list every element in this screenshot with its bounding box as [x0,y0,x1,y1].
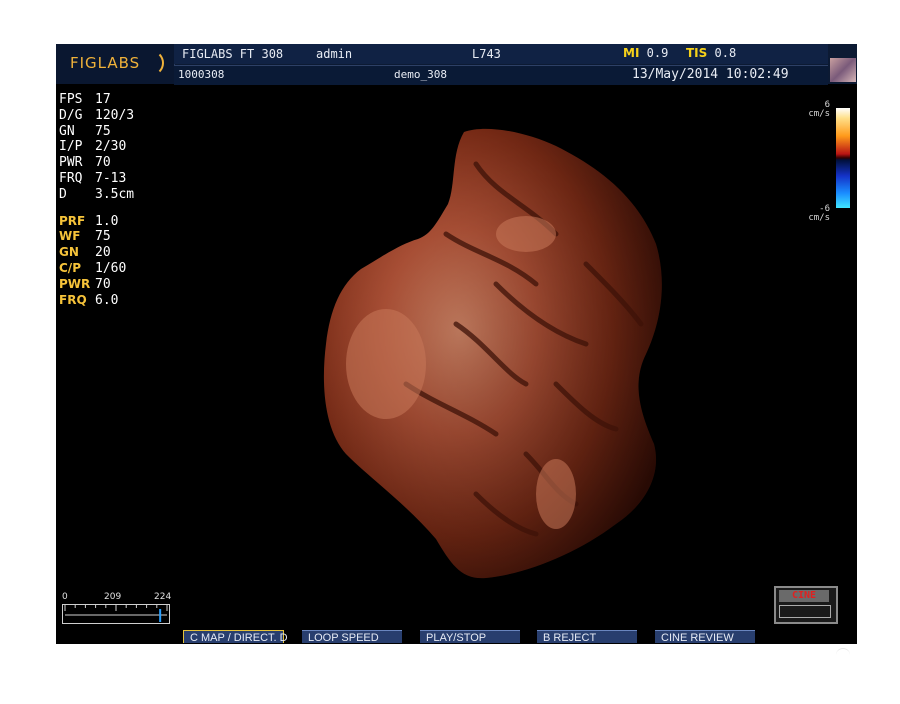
mi-label: MI [623,46,640,60]
param-row: GN 75 [59,123,111,139]
cine-scale-min: 0 [62,592,68,602]
param-row: FRQ 7-13 [59,170,127,186]
probe-name: L743 [472,47,501,61]
cine-scale-marker[interactable] [159,609,162,622]
cine-scale-current: 209 [104,592,122,602]
tis-indicator: TIS 0.8 [686,46,736,60]
header-row-top: FIGLABS FT 308 admin L743 MI 0.9 TIS 0.8 [174,44,828,64]
cine-scale-track[interactable] [62,604,170,624]
mi-indicator: MI 0.9 [623,46,668,60]
velocity-colorbar [836,108,850,208]
param-row: FPS 17 [59,92,111,107]
preview-thumbnail[interactable] [830,58,856,82]
param-row-color: C/P 1/60 [59,260,127,276]
header-bar: FIGLABS FIGLABS FT 308 admin L743 MI 0.9… [56,44,857,85]
param-spacer [59,203,134,214]
cine-scale[interactable]: 0 209 224 [62,590,172,624]
param-row: PWR 70 [59,155,111,171]
cine-indicator: CINE [774,586,838,624]
logo-arc-icon [148,50,164,76]
header-row-bottom: 1000308 demo_308 13/May/2014 10:02:49 [174,65,828,85]
softkey-play-stop[interactable]: PLAY/STOP [420,630,520,644]
colorbar-bottom-unit: cm/s [808,213,830,223]
system-name: FIGLABS FT 308 [182,47,284,61]
brand-logo: FIGLABS [70,54,141,72]
colorbar-top-unit: cm/s [808,109,830,119]
tis-label: TIS [686,46,708,60]
corner-mark [836,648,850,655]
param-row: D 3.5cm [59,186,135,202]
softkey-loop-speed[interactable]: LOOP SPEED [302,630,402,644]
param-row-color: PWR 70 [59,276,111,292]
cine-scale-max: 224 [154,592,172,602]
softkey-cine-review[interactable]: CINE REVIEW [655,630,755,644]
tis-value: 0.8 [714,46,737,60]
cine-scale-ticks [64,605,168,622]
softkey-b-reject[interactable]: B REJECT [537,630,637,644]
param-row: I/P 2/30 [59,139,127,155]
mi-value: 0.9 [646,46,669,60]
exam-datetime: 13/May/2014 10:02:49 [632,67,789,82]
param-row: D/G 120/3 [59,107,135,123]
patient-id: 1000308 [178,68,225,81]
user-name: admin [316,47,353,61]
param-row-color: WF 75 [59,229,111,245]
softkey-bar: C MAP / DIRECT. D LOOP SPEED PLAY/STOP B… [56,630,857,644]
softkey-cmap-direct[interactable]: C MAP / DIRECT. D [183,630,288,644]
cine-label: CINE [779,590,829,602]
logo-box: FIGLABS [56,44,175,84]
patient-name: demo_308 [394,68,447,81]
param-row-color: PRF 1.0 [59,213,119,229]
param-row-color: FRQ 6.0 [59,292,119,308]
cine-status-box [779,605,831,618]
ultrasound-screen: FIGLABS FIGLABS FT 308 admin L743 MI 0.9… [56,44,857,644]
3d-render-image [323,128,662,579]
param-row-color: GN 20 [59,245,111,261]
parameter-panel: FPS 17 D/G 120/3 GN 75 I/P 2/30 PWR 70 FRQ 7-1… [59,92,134,308]
